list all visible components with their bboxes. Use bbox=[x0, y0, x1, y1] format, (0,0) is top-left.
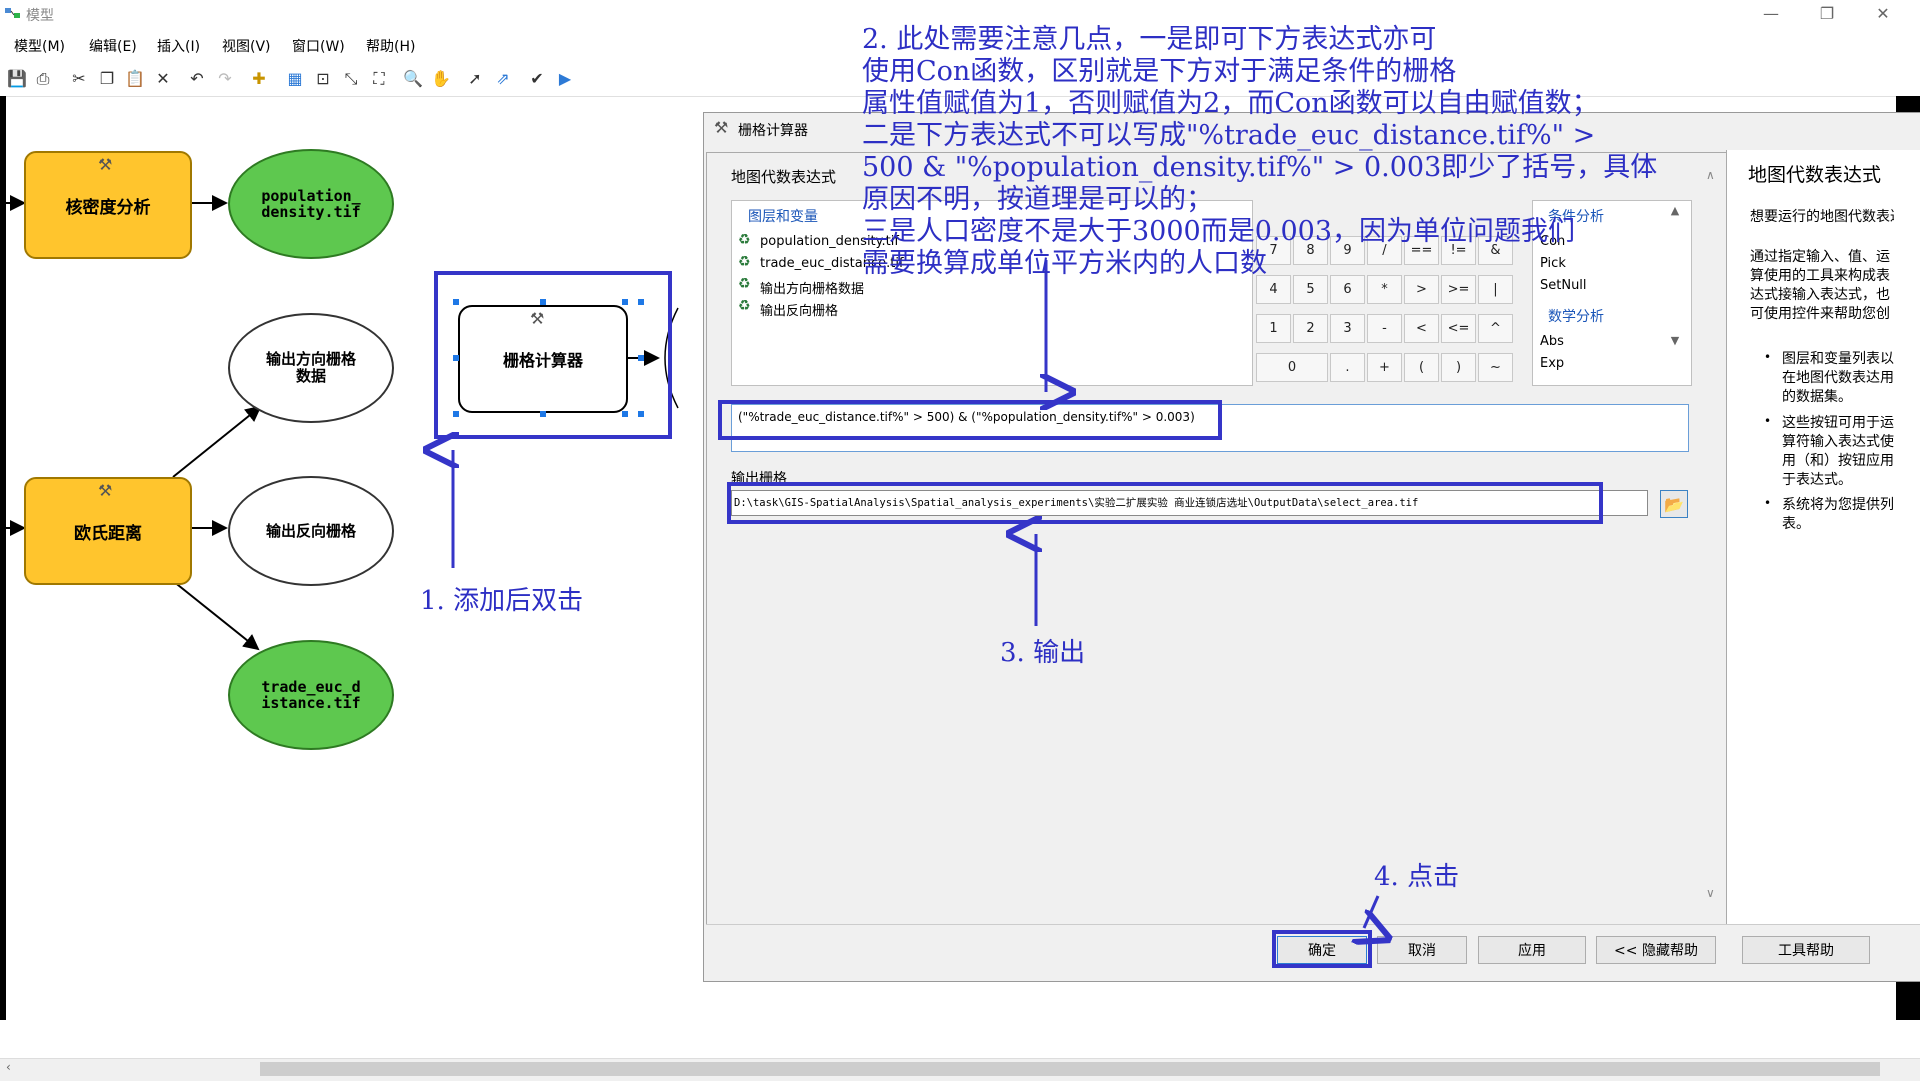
bullet-icon: • bbox=[1764, 414, 1772, 428]
function-list-scrollbar[interactable]: ▲ ▼ bbox=[1666, 204, 1684, 380]
help-intro: 想要运行的地图代数表达 bbox=[1750, 209, 1894, 225]
scrollbar-thumb[interactable] bbox=[260, 1062, 1880, 1076]
help-bullet-1: 图层和变量列表以在地图代数表达用的数据集。 bbox=[1782, 351, 1894, 405]
help-bullet-2: 这些按钮可用于运算符输入表达式使用（和）按钮应用于表达式。 bbox=[1782, 415, 1894, 488]
bullet-icon: • bbox=[1764, 350, 1772, 364]
restore-button[interactable]: ❐ bbox=[1804, 0, 1850, 28]
browse-folder-button[interactable]: 📂 bbox=[1660, 490, 1688, 518]
help-bullet-3: 系统将为您提供列表。 bbox=[1782, 497, 1894, 532]
scroll-up-icon[interactable]: ∧ bbox=[1706, 168, 1715, 182]
close-button[interactable]: ✕ bbox=[1860, 0, 1906, 28]
bullet-icon: • bbox=[1764, 496, 1772, 510]
note-line: 三是人口密度不是大于3000而是0.003，因为单位问题我们 bbox=[862, 216, 1576, 247]
help-title: 地图代数表达式 bbox=[1748, 164, 1882, 186]
note-line: 原因不明，按道理是可以的； bbox=[862, 184, 1213, 215]
note-line: 500 & "%population_density.tif%" > 0.003… bbox=[862, 152, 1658, 183]
note-line: 二是下方表达式不可以写成"%trade_euc_distance.tif%" > bbox=[862, 120, 1596, 151]
annotation-note-4: 4. 点击 bbox=[1374, 862, 1460, 892]
annotation-note-2: 2. 此处需要注意几点，一是即可下方表达式亦可 使用Con函数，区别就是下方对于… bbox=[862, 24, 1657, 280]
note-line: 属性值赋值为1，否则赋值为2，而Con函数可以自由赋值数； bbox=[862, 88, 1599, 119]
tool-help-button[interactable]: 工具帮助 bbox=[1742, 936, 1870, 964]
minimize-button[interactable]: — bbox=[1748, 0, 1794, 28]
note-line: 2. 此处需要注意几点，一是即可下方表达式亦可 bbox=[862, 24, 1437, 55]
note-line: 使用Con函数，区别就是下方对于满足条件的栅格 bbox=[862, 56, 1457, 87]
annotation-note-3: 3. 输出 bbox=[1000, 638, 1086, 668]
scroll-left-icon[interactable]: ‹ bbox=[6, 1060, 11, 1074]
scroll-down-icon[interactable]: ∨ bbox=[1706, 886, 1715, 900]
help-paragraph: 通过指定输入、值、运算使用的工具来构成表达式接输入表达式，也可使用控件来帮助您创… bbox=[1750, 249, 1890, 322]
annotation-note-1: 1. 添加后双击 bbox=[420, 586, 584, 616]
vertical-scrollbar-end[interactable] bbox=[1896, 1020, 1920, 1058]
hide-help-button[interactable]: << 隐藏帮助 bbox=[1596, 936, 1716, 964]
note-line: 需要换算成单位平方米内的人口数 bbox=[862, 248, 1267, 279]
